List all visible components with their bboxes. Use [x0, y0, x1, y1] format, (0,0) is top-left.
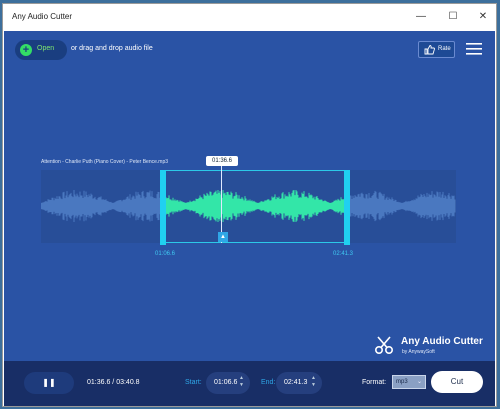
end-time-spinner[interactable]: ▲ ▼ [311, 375, 316, 389]
selection-start-time: 01:06.6 [155, 251, 176, 257]
elapsed-time: 01:36.6 / 03:40.8 [87, 379, 140, 386]
end-time-input[interactable]: 02:41.3 ▲ ▼ [276, 372, 322, 394]
thumbs-up-icon [424, 45, 435, 55]
selection-end-handle[interactable] [344, 170, 350, 245]
drag-drop-hint: or drag and drop audio file [71, 45, 153, 52]
title-bar: Any Audio Cutter — ☐ ✕ [3, 4, 496, 31]
selection-end-time: 02:41.3 [333, 251, 354, 257]
scissors-icon [374, 336, 394, 355]
start-time-input[interactable]: 01:06.6 ▲ ▼ [206, 372, 250, 394]
app-window: Any Audio Cutter — ☐ ✕ + Open or drag an… [2, 3, 497, 407]
format-label: Format: [362, 379, 387, 386]
open-button-label: Open [37, 45, 55, 52]
start-label: Start: [185, 379, 202, 386]
rate-label: Rate [438, 46, 451, 52]
app-content: + Open or drag and drop audio file Rate … [4, 31, 495, 406]
format-select[interactable]: mp3 ⌄ [392, 375, 426, 389]
playhead-marker[interactable]: ▲ [218, 232, 228, 242]
minimize-button[interactable]: — [408, 7, 434, 27]
pause-button[interactable]: ❚❚ [24, 372, 74, 394]
track-filename: Attention - Charlie Puth (Piano Cover) -… [41, 159, 169, 165]
selection-region[interactable] [160, 170, 350, 245]
bottom-toolbar: ❚❚ 01:36.6 / 03:40.8 Start: 01:06.6 ▲ ▼ E… [4, 361, 495, 406]
rate-button[interactable]: Rate [418, 41, 455, 58]
close-button[interactable]: ✕ [470, 7, 496, 27]
brand-subtitle: by AnywaySoft [402, 349, 435, 355]
start-time-value: 01:06.6 [214, 379, 238, 386]
waveform[interactable]: 01:36.6 ▲ [41, 156, 456, 245]
cut-button[interactable]: Cut [431, 371, 483, 393]
window-title: Any Audio Cutter [12, 12, 73, 21]
maximize-button[interactable]: ☐ [440, 7, 466, 27]
selection-start-handle[interactable] [160, 170, 166, 245]
pause-icon: ❚❚ [42, 378, 56, 387]
playhead-time-label: 01:36.6 [206, 156, 238, 166]
end-time-value: 02:41.3 [284, 379, 308, 386]
brand-name: Any Audio Cutter [401, 336, 483, 347]
start-time-spinner[interactable]: ▲ ▼ [239, 375, 244, 389]
format-value: mp3 [396, 379, 408, 385]
plus-icon: + [20, 44, 32, 56]
open-button[interactable]: + Open [15, 40, 67, 60]
end-label: End: [261, 379, 276, 386]
hamburger-menu-icon[interactable] [466, 43, 482, 55]
chevron-down-icon: ⌄ [416, 379, 422, 385]
